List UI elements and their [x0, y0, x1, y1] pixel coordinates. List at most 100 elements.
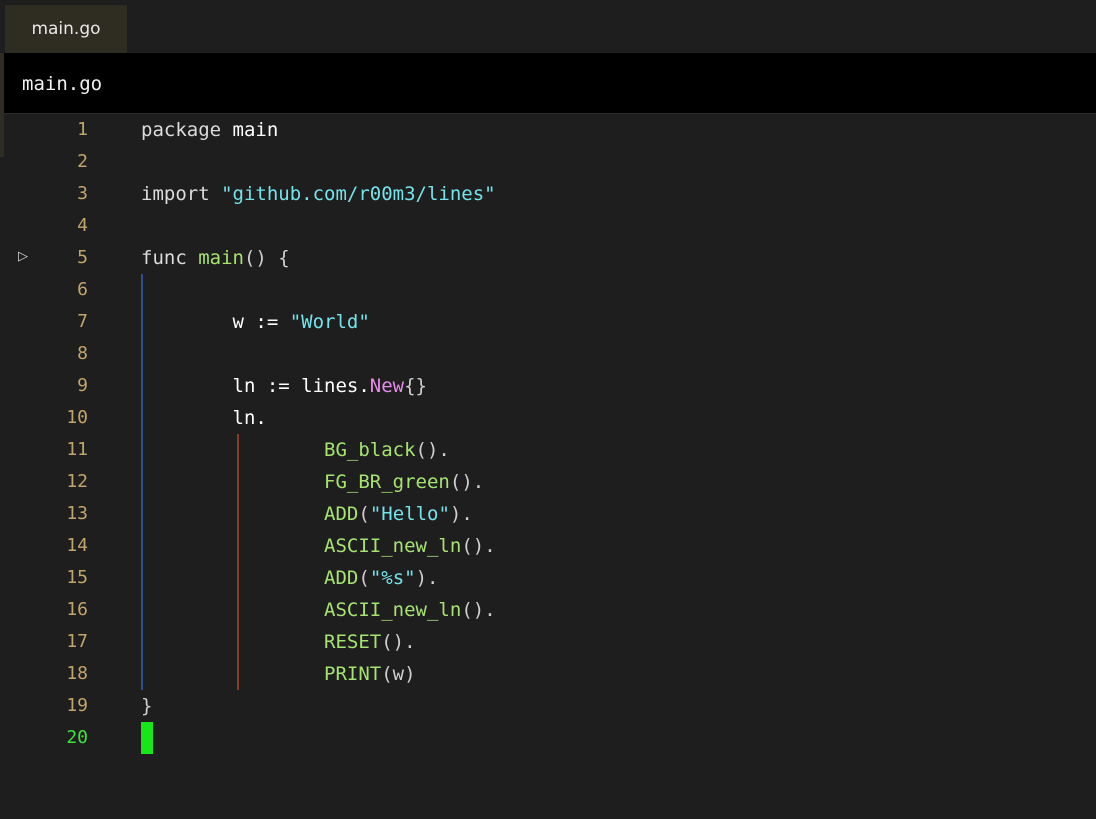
- code-line[interactable]: 14 ASCII_new_ln().: [4, 530, 1096, 562]
- code-text: }: [141, 690, 152, 722]
- code-token: import: [141, 183, 222, 205]
- code-line[interactable]: 10 ln.: [4, 402, 1096, 434]
- code-token: ).: [415, 567, 439, 589]
- code-line[interactable]: ▷ 5 func main() {: [4, 242, 1096, 274]
- code-line[interactable]: 18 PRINT(w): [4, 658, 1096, 690]
- code-token: main: [232, 119, 279, 141]
- code-token: ().: [381, 631, 416, 653]
- indent-guide-inner: [237, 434, 239, 690]
- line-number: 15: [66, 567, 88, 588]
- line-number: 17: [66, 631, 88, 652]
- code-token: func: [141, 247, 199, 269]
- code-token: w :=: [141, 311, 290, 333]
- code-line[interactable]: 8: [4, 338, 1096, 370]
- code-token: ADD: [324, 503, 359, 525]
- code-line[interactable]: 4: [4, 210, 1096, 242]
- code-token: ().: [449, 471, 485, 493]
- code-token: (: [358, 503, 370, 525]
- line-number: 4: [77, 215, 88, 236]
- code-text: import "github.com/r00m3/lines": [141, 178, 496, 210]
- line-number: 18: [66, 663, 88, 684]
- code-line[interactable]: 12 FG_BR_green().: [4, 466, 1096, 498]
- code-text: FG_BR_green().: [141, 466, 484, 498]
- line-number: 20: [66, 727, 88, 748]
- code-text: PRINT(w): [141, 658, 416, 690]
- code-line[interactable]: 16 ASCII_new_ln().: [4, 594, 1096, 626]
- code-token: New: [369, 375, 405, 397]
- code-text: func main() {: [141, 242, 290, 274]
- code-line[interactable]: 3 import "github.com/r00m3/lines": [4, 178, 1096, 210]
- code-token: ADD: [324, 567, 359, 589]
- line-number: 14: [66, 535, 88, 556]
- code-token: ().: [461, 599, 496, 621]
- line-number: 16: [66, 599, 88, 620]
- line-number: 13: [66, 503, 88, 524]
- code-line[interactable]: 9 ln := lines.New{}: [4, 370, 1096, 402]
- code-text: ln.: [141, 402, 267, 434]
- code-token: }: [141, 695, 153, 717]
- code-line[interactable]: 6: [4, 274, 1096, 306]
- editor-window: main.go main.go 20 19} 18 PRINT(w) 17 RESET…: [0, 0, 1096, 819]
- code-text: package main: [141, 114, 278, 146]
- code-line[interactable]: 7 w := "World": [4, 306, 1096, 338]
- code-token: PRINT: [324, 663, 382, 685]
- line-number: 10: [66, 407, 88, 428]
- code-editor[interactable]: 20 19} 18 PRINT(w) 17 RESET(). 16 ASCII_new_…: [4, 114, 1096, 819]
- code-line[interactable]: 19}: [4, 690, 1096, 722]
- code-token: ).: [449, 503, 473, 525]
- code-token: "%s": [369, 567, 416, 589]
- code-token: BG_black: [324, 439, 416, 461]
- code-token: ().: [415, 439, 450, 461]
- code-line[interactable]: 1 package main: [4, 114, 1096, 146]
- code-token: ASCII_new_ln: [324, 535, 462, 557]
- line-number: 2: [77, 151, 88, 172]
- line-number: 1: [77, 119, 88, 140]
- code-token: {}: [404, 375, 427, 397]
- indent-guide-outer: [141, 274, 143, 690]
- code-token: ().: [461, 535, 496, 557]
- line-number: 7: [77, 311, 88, 332]
- code-token: "Hello": [369, 503, 450, 525]
- line-number: 9: [77, 375, 88, 396]
- text-cursor: [141, 722, 153, 754]
- code-token: "World": [289, 311, 370, 333]
- code-token: main: [198, 247, 244, 269]
- code-line[interactable]: 17 RESET().: [4, 626, 1096, 658]
- code-line[interactable]: 2: [4, 146, 1096, 178]
- line-number: 19: [66, 695, 88, 716]
- code-line[interactable]: 11 BG_black().: [4, 434, 1096, 466]
- file-header: main.go: [4, 53, 1096, 114]
- code-token: "github.com/r00m3/lines": [221, 183, 496, 205]
- code-token: ln := lines.: [141, 375, 370, 397]
- tab-main-go[interactable]: main.go: [5, 5, 127, 53]
- code-line[interactable]: 13 ADD("Hello").: [4, 498, 1096, 530]
- file-title: main.go: [22, 73, 103, 95]
- code-token: package: [141, 119, 233, 141]
- code-token: () {: [243, 247, 290, 269]
- code-token: (: [358, 567, 370, 589]
- code-line[interactable]: 20: [4, 722, 1096, 754]
- line-number: 12: [66, 471, 88, 492]
- code-text: ln := lines.New{}: [141, 370, 428, 402]
- code-token: (w): [381, 663, 416, 685]
- code-text: ADD("Hello").: [141, 498, 473, 530]
- code-line[interactable]: 15 ADD("%s").: [4, 562, 1096, 594]
- line-number: 6: [77, 279, 88, 300]
- tab-bar: main.go: [0, 0, 1096, 53]
- code-token: ln.: [141, 407, 267, 429]
- code-token: FG_BR_green: [324, 471, 450, 493]
- line-number: 11: [66, 439, 88, 460]
- code-token: ASCII_new_ln: [324, 599, 462, 621]
- code-text: w := "World": [141, 306, 370, 338]
- code-text: ASCII_new_ln().: [141, 594, 496, 626]
- code-text: RESET().: [141, 626, 416, 658]
- code-text: ASCII_new_ln().: [141, 530, 496, 562]
